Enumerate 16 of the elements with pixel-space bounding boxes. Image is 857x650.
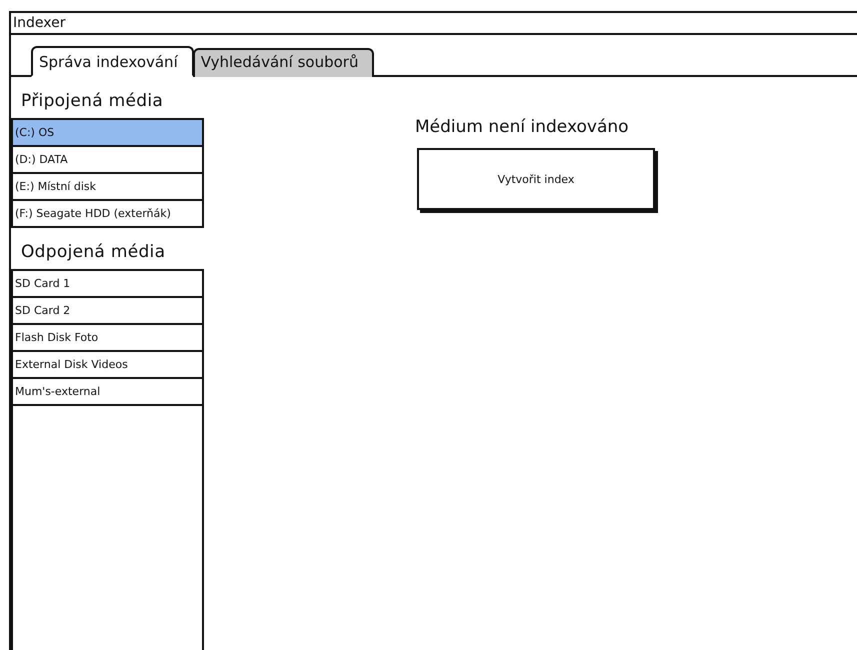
tab[interactable]: Vyhledávání souborů [192, 48, 374, 77]
create-index-button[interactable]: Vytvořit index [417, 148, 655, 210]
status-message: Médium není indexováno [415, 117, 630, 137]
window-title: Indexer [11, 13, 857, 35]
section-heading: Připojená média [20, 90, 164, 113]
media-list-item[interactable]: (E:) Místní disk [11, 172, 204, 201]
media-list-item[interactable]: Flash Disk Foto [11, 323, 204, 352]
media-list-item[interactable]: SD Card 2 [11, 296, 204, 325]
media-list-item[interactable]: (F:) Seagate HDD (exterňák) [11, 199, 204, 228]
media-list-item[interactable]: Mum's-external [11, 377, 204, 406]
media-list-item[interactable]: (C:) OS [11, 118, 204, 147]
section-heading: Odpojená média [20, 241, 166, 264]
tab[interactable]: Správa indexování [31, 46, 194, 77]
media-list-item[interactable]: External Disk Videos [11, 350, 204, 379]
media-list-item[interactable]: SD Card 1 [11, 269, 204, 298]
media-list-item[interactable]: (D:) DATA [11, 145, 204, 174]
